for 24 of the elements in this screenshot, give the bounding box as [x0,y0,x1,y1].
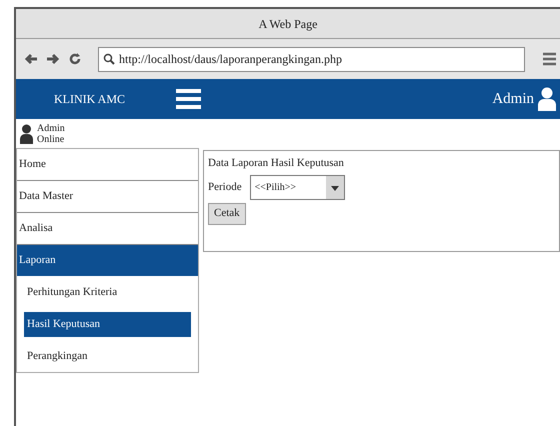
dropdown-icon [326,176,344,198]
print-button[interactable]: Cetak [208,202,246,224]
reload-icon[interactable] [68,52,82,66]
submenu-item[interactable]: Perhitungan Kriteria [24,280,191,305]
sidebar-item[interactable]: Home [17,149,198,181]
forward-icon[interactable] [46,52,60,66]
period-select[interactable]: <<Pilih>> [250,174,345,200]
user-icon[interactable] [538,87,556,111]
user-status: Online [37,134,65,144]
sidebar-item[interactable]: Data Master [17,180,198,213]
address-bar[interactable]: http://localhost/daus/laporanperangkingan.php [98,46,525,72]
brand-name[interactable]: KLINIK AMC [54,90,176,108]
submenu-item[interactable]: Perangkingan [24,344,191,369]
menu-icon[interactable] [543,51,556,67]
user-name: Admin [37,122,65,134]
search-icon [103,53,115,65]
window-title: A Web Page [258,16,318,32]
user-icon [20,124,33,144]
sidebar-item[interactable]: Laporan [17,244,198,276]
period-label: Periode [208,180,242,195]
panel-title: Data Laporan Hasil Keputusan [208,156,345,171]
user-name[interactable]: Admin [492,88,534,110]
back-icon[interactable] [24,52,38,66]
submenu-item[interactable]: Hasil Keputusan [24,312,191,337]
